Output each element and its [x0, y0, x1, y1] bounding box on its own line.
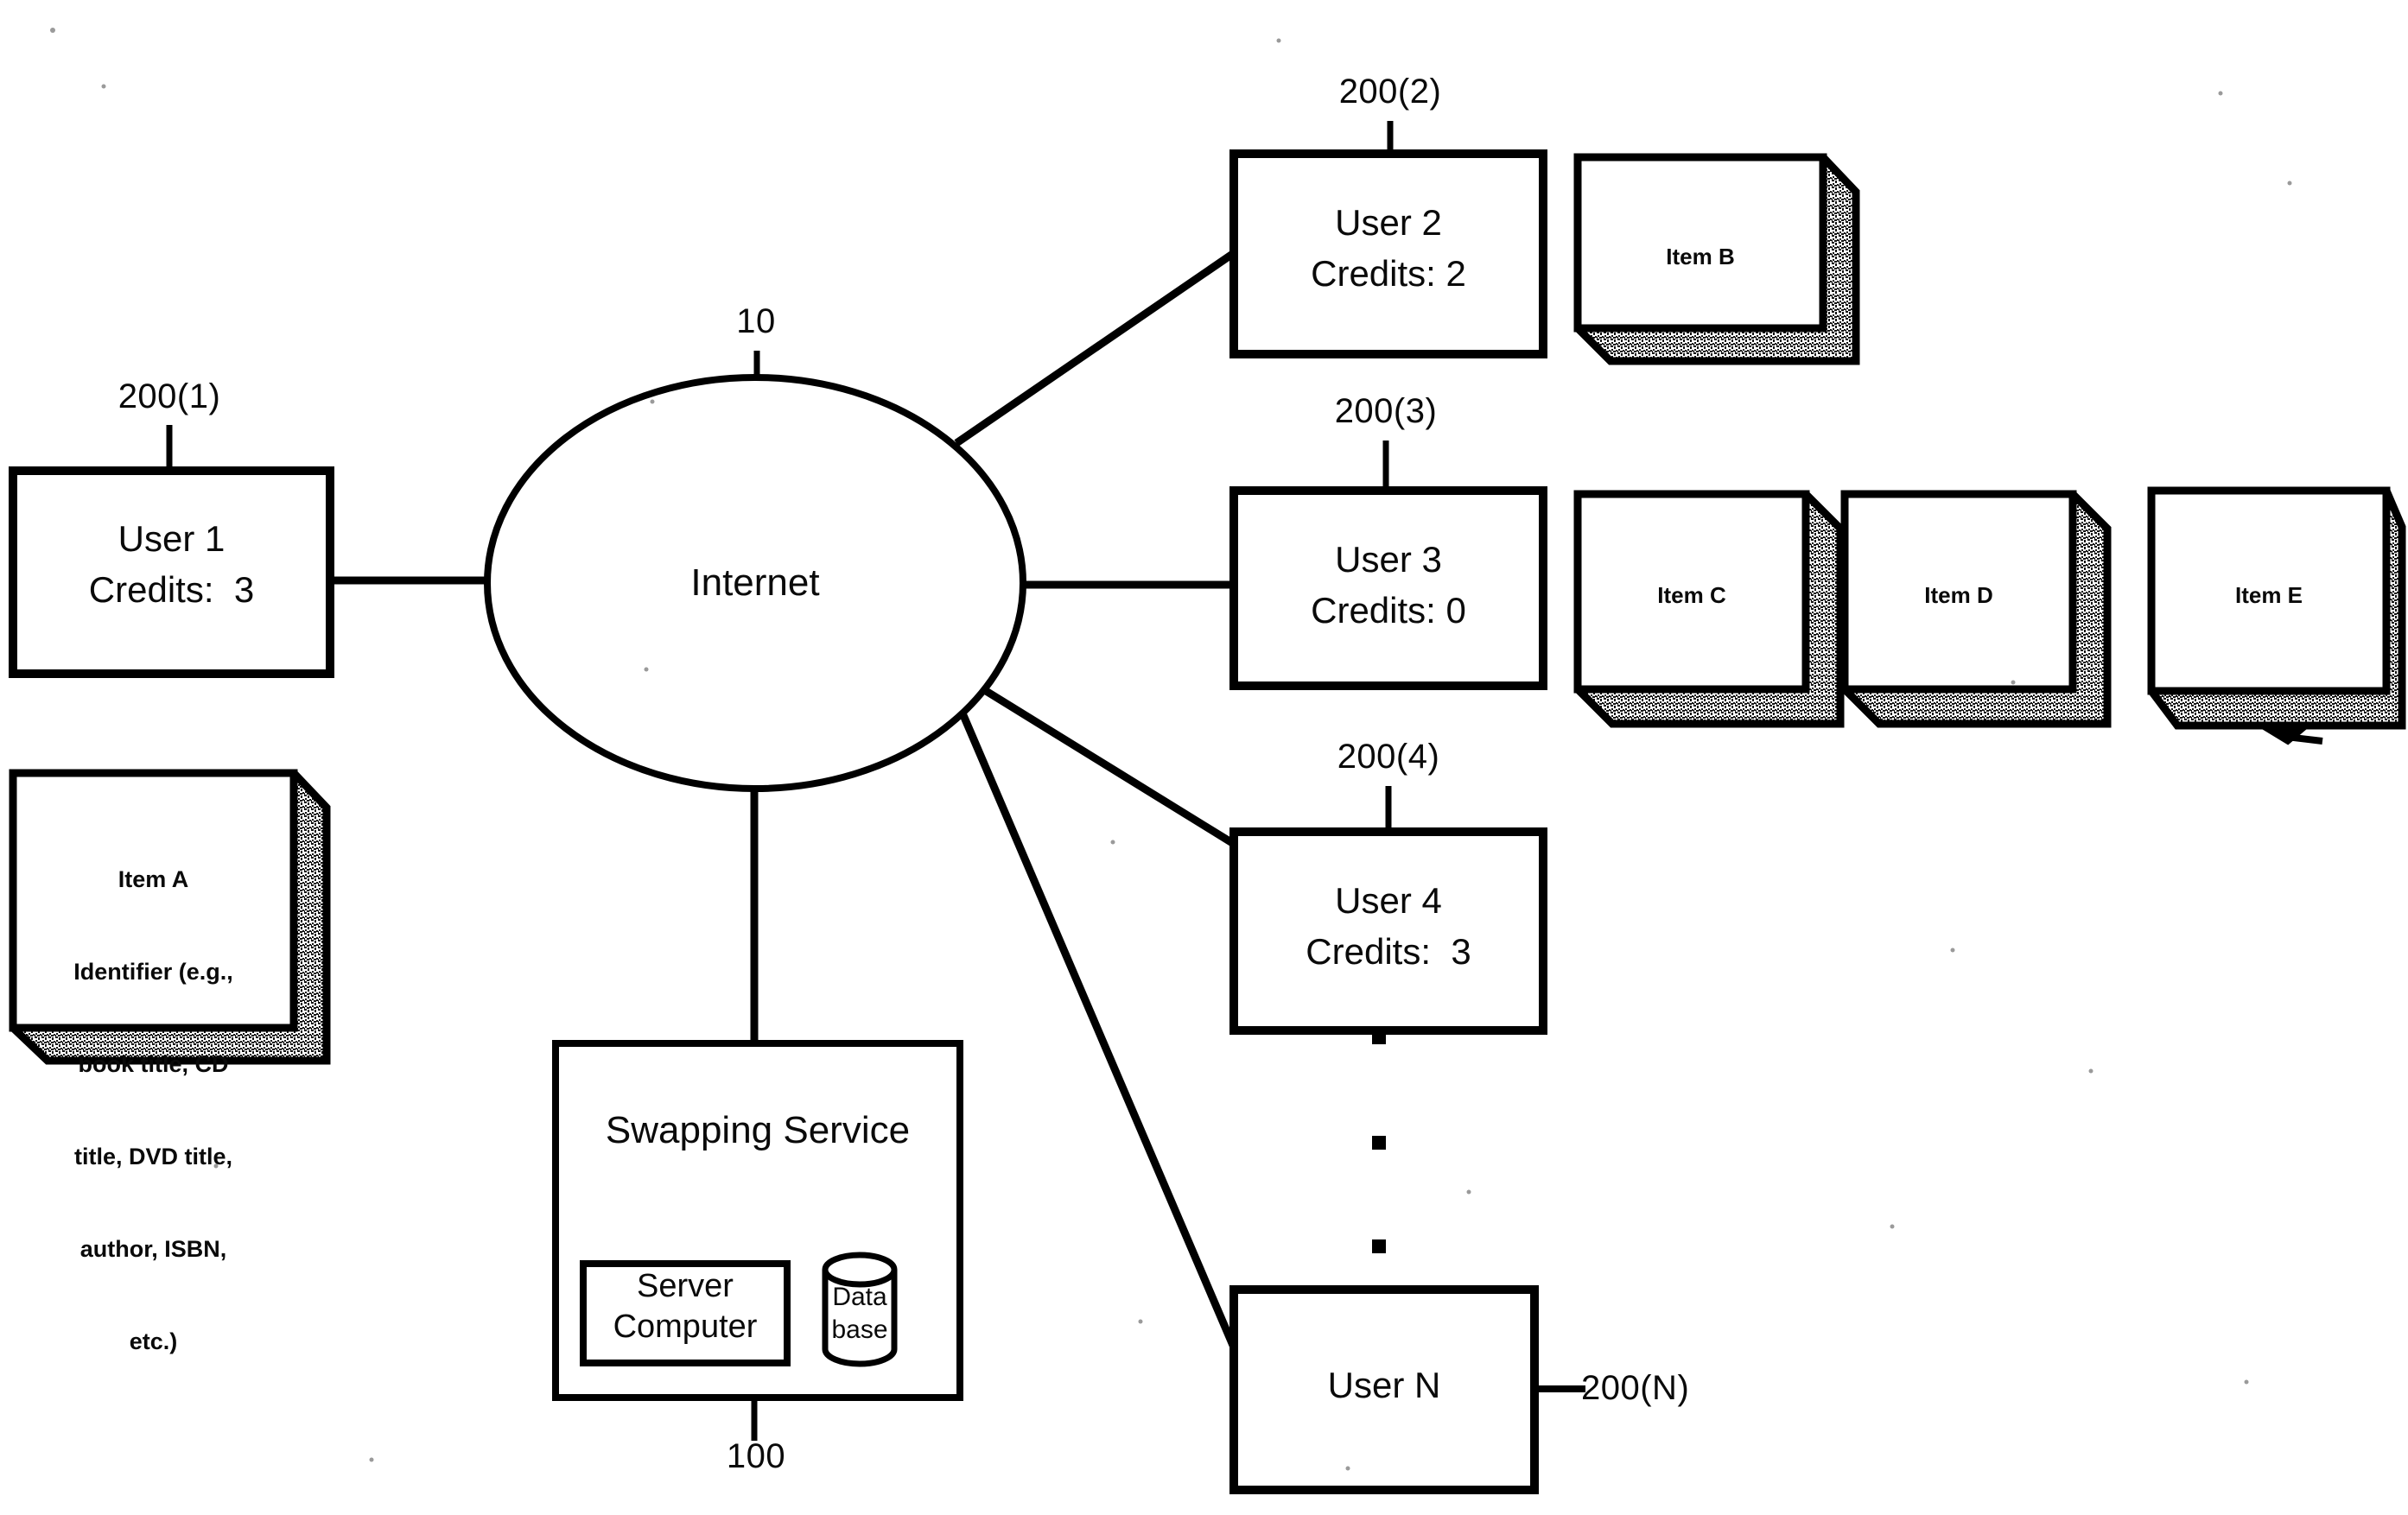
user1-name: User 1 [118, 518, 226, 559]
user2-credits: Credits: 2 [1311, 253, 1466, 294]
connector-internet-usern [949, 689, 1238, 1349]
server-computer-line1: Server [637, 1268, 734, 1304]
user3-credits: Credits: 0 [1311, 590, 1466, 631]
item-e-label: Item E [2234, 582, 2303, 608]
user4-name: User 4 [1335, 880, 1442, 921]
item-a-line-2: book title, CD [78, 1051, 229, 1077]
ref-200-3: 200(3) [1334, 392, 1438, 430]
server-computer-line2: Computer [613, 1309, 758, 1345]
connector-internet-user2 [954, 250, 1236, 447]
ref-200-2: 200(2) [1338, 73, 1442, 111]
ref-200-1: 200(1) [118, 377, 221, 415]
database-line1: Data [832, 1283, 887, 1311]
ref-10: 10 [736, 302, 776, 340]
item-a-line-0: Item A [118, 866, 189, 893]
item-c-label: Item C [1657, 582, 1726, 608]
item-e-block [2147, 486, 2406, 745]
ref-200-n: 200(N) [1581, 1369, 1690, 1407]
user2-name: User 2 [1335, 202, 1442, 243]
item-a-line-1: Identifier (e.g., [73, 959, 233, 986]
user4-credits: Credits: 3 [1306, 931, 1471, 972]
ref-200-4: 200(4) [1337, 738, 1440, 776]
usern-name: User N [1327, 1365, 1441, 1405]
user1-credits: Credits: 3 [88, 569, 255, 610]
item-a-line-3: title, DVD title, [73, 1143, 232, 1170]
item-d-label: Item D [1924, 582, 1993, 608]
swapping-service-title: Swapping Service [605, 1109, 911, 1151]
item-b-label: Item B [1666, 244, 1735, 269]
vertical-ellipsis [1372, 1030, 1386, 1253]
ref-100: 100 [726, 1437, 786, 1475]
item-a-line-4: author, ISBN, [79, 1235, 227, 1262]
item-a-line-5: etc.) [129, 1328, 178, 1354]
diagram-vector-layer [9, 28, 2406, 1494]
internet-label: Internet [690, 561, 820, 604]
item-a-label: Item A Identifier (e.g., book title, CD … [17, 803, 289, 1419]
database-line2: base [831, 1315, 888, 1344]
scan-noise [50, 28, 2292, 1471]
user3-name: User 3 [1335, 539, 1442, 580]
patent-figure-canvas: 200(1) 10 200(2) 200(3) 200(4) 200(N) 10… [0, 0, 2408, 1515]
